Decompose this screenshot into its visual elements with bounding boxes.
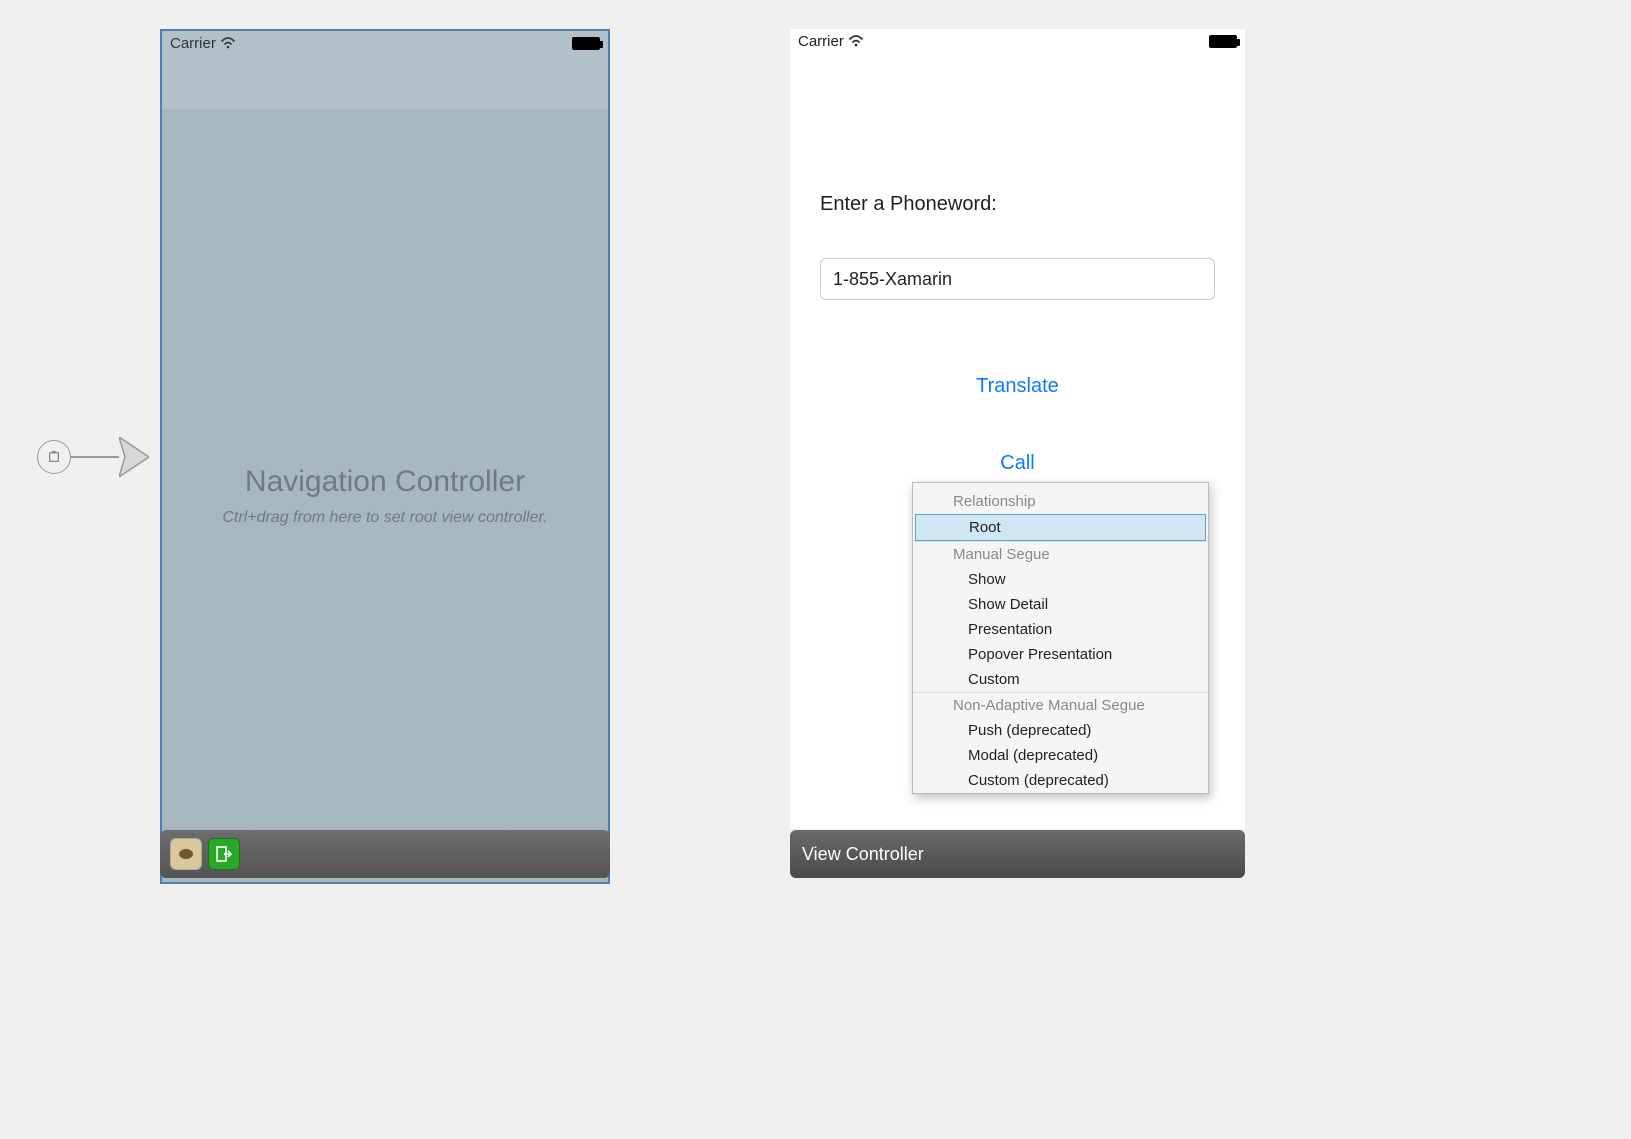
segue-selection-popup: Relationship Root Manual Segue Show Show…	[912, 482, 1209, 794]
navigation-controller-placeholder: Navigation Controller Ctrl+drag from her…	[162, 109, 608, 882]
nav-controller-title: Navigation Controller	[245, 465, 525, 499]
segue-section-relationship: Relationship	[913, 483, 1208, 514]
status-bar: Carrier	[162, 31, 608, 55]
segue-item-modal-deprecated[interactable]: Modal (deprecated)	[913, 743, 1208, 768]
segue-section-manual: Manual Segue	[913, 541, 1208, 567]
segue-item-custom-deprecated[interactable]: Custom (deprecated)	[913, 768, 1208, 793]
navigation-bar	[162, 55, 608, 109]
scene-dock-title: View Controller	[802, 844, 924, 865]
segue-item-show[interactable]: Show	[913, 567, 1208, 592]
scene-dock-nav[interactable]	[160, 830, 610, 878]
carrier-label: Carrier	[798, 33, 844, 50]
translate-button[interactable]: Translate	[820, 375, 1215, 398]
call-button[interactable]: Call	[820, 452, 1215, 475]
navigation-controller-scene[interactable]: Carrier Navigation Controller Ctrl+drag …	[160, 29, 610, 884]
storyboard-entry-point[interactable]	[37, 437, 149, 477]
segue-item-show-detail[interactable]: Show Detail	[913, 592, 1208, 617]
entry-arrow-head-icon	[119, 437, 149, 477]
phoneword-label: Enter a Phoneword:	[820, 193, 1215, 216]
storyboard-canvas: Carrier Navigation Controller Ctrl+drag …	[0, 0, 1631, 1139]
segue-section-nonadaptive: Non-Adaptive Manual Segue	[913, 692, 1208, 718]
wifi-icon	[848, 35, 864, 47]
scene-dock-vc[interactable]: View Controller	[790, 830, 1245, 878]
nav-controller-subtitle: Ctrl+drag from here to set root view con…	[222, 509, 547, 527]
phoneword-input[interactable]	[820, 258, 1215, 300]
segue-item-popover[interactable]: Popover Presentation	[913, 642, 1208, 667]
wifi-icon	[220, 37, 236, 49]
entry-point-icon	[37, 440, 71, 474]
battery-icon	[1209, 35, 1237, 48]
segue-item-custom[interactable]: Custom	[913, 667, 1208, 692]
first-responder-icon[interactable]	[170, 838, 202, 870]
segue-item-presentation[interactable]: Presentation	[913, 617, 1208, 642]
segue-item-root[interactable]: Root	[915, 514, 1206, 541]
exit-icon[interactable]	[208, 838, 240, 870]
carrier-label: Carrier	[170, 35, 216, 52]
status-bar: Carrier	[790, 29, 1245, 53]
segue-item-push-deprecated[interactable]: Push (deprecated)	[913, 718, 1208, 743]
battery-icon	[572, 37, 600, 50]
entry-arrow-line	[71, 456, 119, 458]
